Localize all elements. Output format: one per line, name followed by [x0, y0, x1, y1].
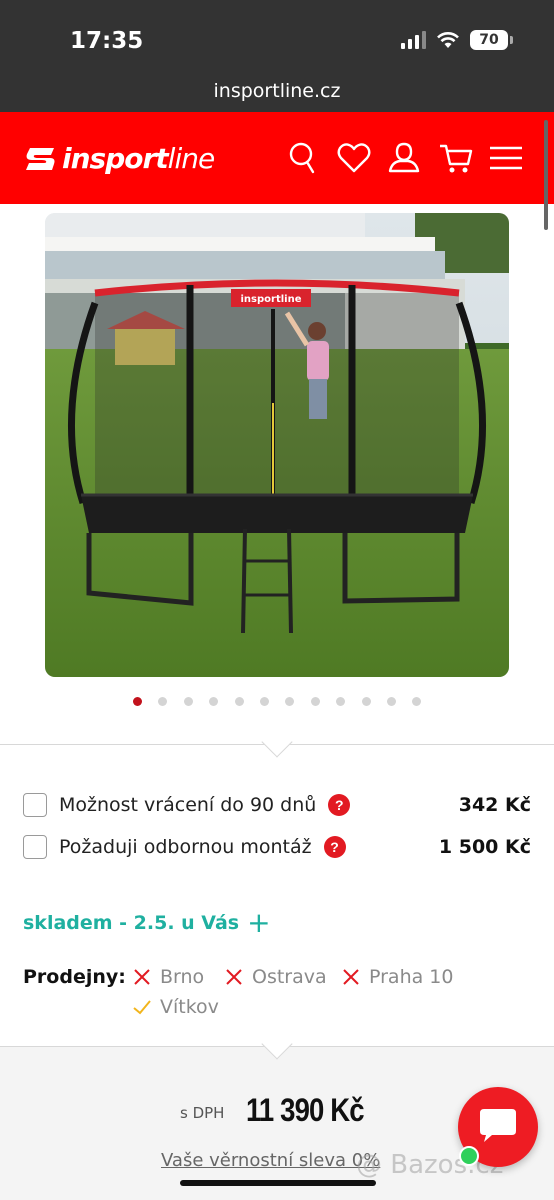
return-checkbox[interactable] [23, 793, 47, 817]
option-price: 342 Kč [458, 794, 531, 816]
help-icon[interactable]: ? [323, 836, 346, 858]
store-name: Vítkov [160, 996, 219, 1018]
stock-availability[interactable]: skladem - 2.5. u Vás + [23, 909, 271, 937]
search-icon[interactable] [286, 140, 322, 176]
status-time: 17:35 [70, 28, 144, 54]
carousel-dot[interactable] [387, 697, 396, 706]
store-brno: Brno [132, 966, 204, 988]
carousel-dot[interactable] [158, 697, 168, 706]
brand-logo[interactable]: insportline [24, 142, 215, 175]
heart-icon[interactable] [336, 140, 372, 176]
carousel-dot[interactable] [209, 697, 219, 706]
store-vitkov: Vítkov [132, 996, 219, 1018]
status-icons: 70 [401, 30, 513, 50]
option-return-90-days[interactable]: Možnost vrácení do 90 dnů ? 342 Kč [23, 792, 531, 818]
carousel-dots [0, 697, 554, 709]
battery-indicator: 70 [470, 30, 513, 50]
option-price: 1 500 Kč [438, 836, 531, 858]
assembly-checkbox[interactable] [23, 835, 47, 859]
user-icon[interactable] [386, 140, 422, 176]
status-bar: 17:35 70 insportline.cz [0, 0, 554, 112]
option-assembly[interactable]: Požaduji odbornou montáž ? 1 500 Kč [23, 834, 531, 860]
url-bar[interactable]: insportline.cz [0, 80, 554, 102]
stores-label: Prodejny: [23, 966, 126, 988]
store-ostrava: Ostrava [224, 966, 327, 988]
wifi-icon [436, 31, 460, 49]
carousel-dot[interactable] [336, 697, 346, 706]
price-vat-label: s DPH [180, 1104, 225, 1122]
trampoline-photo: insportline [45, 213, 509, 677]
logo-text: insportline [62, 142, 215, 175]
expand-plus-icon[interactable]: + [247, 909, 270, 937]
carousel-dot[interactable] [310, 697, 320, 706]
online-status-dot [459, 1146, 479, 1166]
unavailable-x-icon [226, 969, 242, 985]
banner-text: insportline [241, 294, 302, 305]
logo-mark-icon [26, 147, 55, 170]
cart-icon[interactable] [438, 140, 474, 176]
signal-icon [401, 31, 426, 49]
carousel-dot[interactable] [412, 697, 422, 706]
loyalty-discount-link[interactable]: Vaše věrnostní sleva 0% [161, 1150, 380, 1171]
carousel-dot[interactable] [285, 697, 295, 706]
page-scrollbar[interactable] [544, 120, 548, 230]
product-image[interactable]: insportline [45, 213, 509, 677]
store-name: Ostrava [252, 966, 327, 988]
carousel-dot[interactable] [183, 697, 193, 706]
store-praha-10: Praha 10 [341, 966, 453, 988]
home-indicator [180, 1180, 376, 1186]
option-label: Požaduji odbornou montáž [59, 836, 312, 858]
option-label: Možnost vrácení do 90 dnů [59, 794, 317, 816]
carousel-dot[interactable] [133, 697, 142, 706]
carousel-dot[interactable] [234, 697, 244, 706]
carousel-dot[interactable] [361, 697, 371, 706]
store-name: Praha 10 [369, 966, 454, 988]
site-header: insportline [0, 112, 554, 204]
menu-icon[interactable] [488, 140, 524, 176]
product-price: 11 390 Kč [246, 1092, 365, 1128]
stock-text: skladem - 2.5. u Vás [23, 912, 240, 934]
available-check-icon [133, 1000, 151, 1015]
help-icon[interactable]: ? [328, 794, 351, 816]
divider-notch [261, 726, 293, 758]
carousel-dot[interactable] [260, 697, 269, 706]
store-name: Brno [160, 966, 205, 988]
unavailable-x-icon [134, 969, 150, 985]
unavailable-x-icon [343, 969, 359, 985]
